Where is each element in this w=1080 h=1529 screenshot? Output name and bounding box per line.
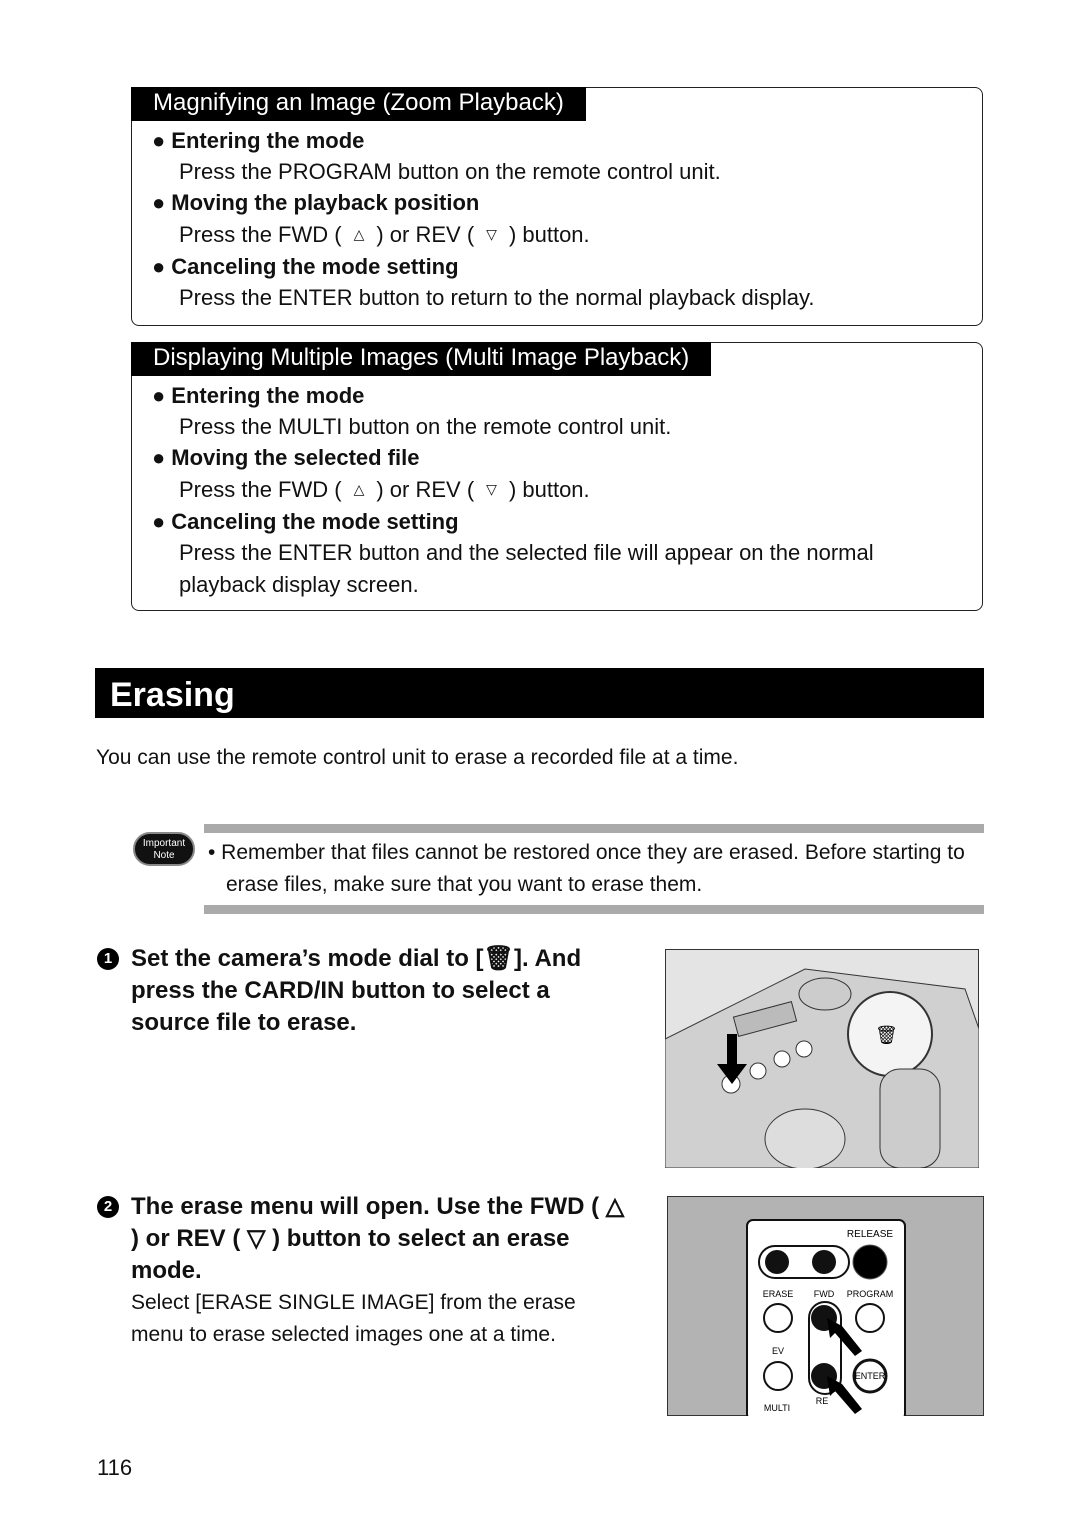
step-2: 2 The erase menu will open. Use the FWD … xyxy=(97,1191,637,1351)
release-button xyxy=(852,1244,888,1280)
rev-triangle-icon: ▽ xyxy=(486,481,497,497)
svg-text:🗑: 🗑 xyxy=(875,1025,898,1045)
zoom-in-button xyxy=(812,1250,836,1274)
intro-text: You can use the remote control unit to e… xyxy=(96,746,739,769)
page-number: 116 xyxy=(97,1455,133,1480)
step-1: 1 Set the camera’s mode dial to [🗑]. And… xyxy=(97,943,637,1039)
svg-text:MULTI: MULTI xyxy=(764,1403,790,1413)
erase-button xyxy=(763,1303,793,1333)
camera-mode-dial-illustration: 🗑 xyxy=(665,949,979,1168)
svg-text:RE: RE xyxy=(816,1396,829,1406)
svg-text:FWD: FWD xyxy=(814,1289,835,1299)
svg-text:EV: EV xyxy=(772,1346,784,1356)
box-title: Magnifying an Image (Zoom Playback) xyxy=(131,87,586,121)
list-item: Entering the modePress the PROGRAM butto… xyxy=(152,128,720,188)
note-bar-top xyxy=(204,824,984,833)
rev-triangle-icon: ▽ xyxy=(486,226,497,242)
remote-control-illustration: RELEASE ERASE FWD PROGRAM EV ENTER RE MU… xyxy=(667,1196,984,1416)
list-item: Canceling the mode settingPress the ENTE… xyxy=(152,509,932,601)
note-bar-bottom xyxy=(204,905,984,914)
important-note-badge: Important Note xyxy=(133,832,195,866)
svg-text:ERASE: ERASE xyxy=(763,1289,794,1299)
svg-text:RELEASE: RELEASE xyxy=(847,1229,893,1240)
list-item: Moving the selected filePress the FWD (△… xyxy=(152,445,589,506)
fwd-triangle-icon: △ xyxy=(353,226,365,242)
box-title: Displaying Multiple Images (Multi Image … xyxy=(131,342,712,376)
fwd-triangle-icon: △ xyxy=(353,481,365,497)
multi-playback-box: Displaying Multiple Images (Multi Image … xyxy=(131,342,983,611)
note-text: • Remember that files cannot be restored… xyxy=(208,841,965,896)
manual-page: Magnifying an Image (Zoom Playback) Ente… xyxy=(0,0,1080,1529)
list-item: Moving the playback positionPress the FW… xyxy=(152,190,589,251)
svg-text:PROGRAM: PROGRAM xyxy=(847,1289,894,1299)
list-item: Entering the modePress the MULTI button … xyxy=(152,383,671,443)
svg-text:ENTER: ENTER xyxy=(855,1371,886,1381)
list-item: Canceling the mode settingPress the ENTE… xyxy=(152,254,814,314)
zoom-out-button xyxy=(765,1250,789,1274)
section-title: Erasing xyxy=(95,668,984,718)
ev-button xyxy=(763,1361,793,1391)
zoom-playback-box: Magnifying an Image (Zoom Playback) Ente… xyxy=(131,87,983,326)
program-button xyxy=(855,1303,885,1333)
